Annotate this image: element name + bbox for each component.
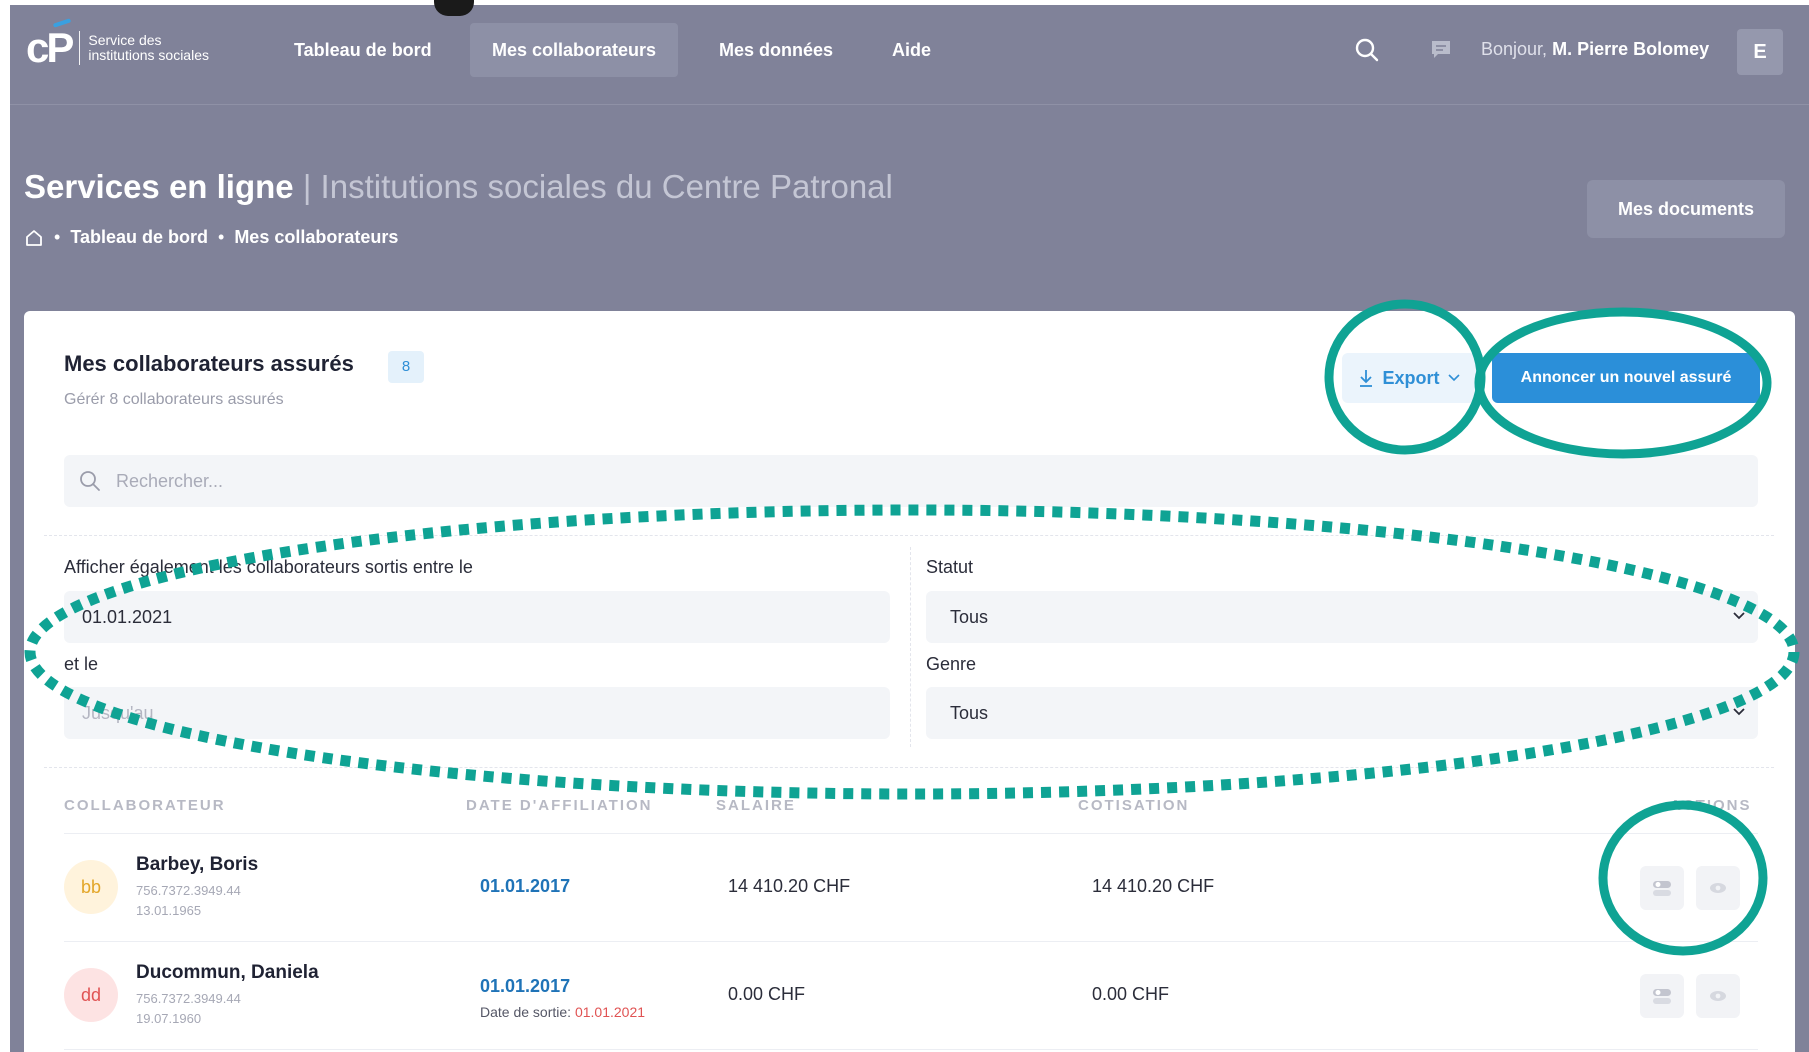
divider — [44, 767, 1774, 768]
affiliation-date: 01.01.2017 — [480, 976, 571, 996]
avatar[interactable]: E — [1737, 29, 1783, 75]
search-bar[interactable] — [64, 455, 1758, 507]
row-divider — [64, 1049, 1758, 1050]
top-navigation: cP Service des institutions sociales Tab… — [10, 5, 1809, 105]
greeting-prefix: Bonjour, — [1481, 39, 1548, 59]
collaborator-name[interactable]: Ducommun, Daniela — [136, 962, 319, 984]
column-header-affiliation[interactable]: DATE D'AFFILIATION — [466, 797, 653, 814]
nav-item-mes-collaborateurs[interactable]: Mes collaborateurs — [470, 23, 679, 77]
page-title-main: Services en ligne — [24, 168, 294, 205]
app-window: cP Service des institutions sociales Tab… — [10, 5, 1809, 1052]
avatar: dd — [64, 968, 118, 1022]
chevron-down-icon — [1447, 374, 1460, 382]
toggle-button[interactable] — [1640, 866, 1684, 910]
search-icon — [80, 471, 100, 491]
logo-mark: cP — [26, 18, 74, 69]
export-button[interactable]: Export — [1342, 353, 1476, 403]
chat-icon[interactable] — [1430, 39, 1452, 61]
mes-documents-button[interactable]: Mes documents — [1587, 180, 1785, 238]
breadcrumb-separator: • — [218, 227, 225, 247]
column-header-collaborator[interactable]: COLLABORATEUR — [64, 797, 226, 814]
eye-icon — [1710, 883, 1726, 893]
home-icon[interactable] — [24, 228, 44, 248]
chevron-down-icon — [1733, 612, 1745, 620]
toggle-button[interactable] — [1640, 974, 1684, 1018]
status-label: Statut — [926, 557, 974, 577]
breadcrumb: • Tableau de bord • Mes collaborateurs — [24, 227, 398, 248]
table-row[interactable]: dd Ducommun, Daniela 756.7372.3949.44 19… — [64, 941, 1758, 1049]
eye-icon — [1710, 991, 1726, 1001]
salary-value: 14 410.20 CHF — [728, 876, 851, 896]
contribution-value: 0.00 CHF — [1092, 984, 1170, 1004]
toggle-icon — [1653, 881, 1671, 896]
exit-date-value: 01.01.2021 — [574, 1004, 646, 1020]
breadcrumb-mes-collaborateurs[interactable]: Mes collaborateurs — [234, 227, 398, 248]
salary-value: 0.00 CHF — [728, 984, 806, 1004]
exit-date-label: Date de sortie: — [480, 1004, 572, 1020]
birth-date: 19.07.1960 — [136, 1011, 202, 1026]
table-row[interactable]: bb Barbey, Boris 756.7372.3949.44 13.01.… — [64, 833, 1758, 941]
toggle-icon — [1653, 989, 1671, 1004]
logo-line2: institutions sociales — [88, 47, 209, 63]
logo-text: Service des institutions sociales — [88, 33, 209, 63]
birth-date: 13.01.1965 — [136, 903, 202, 918]
breadcrumb-tableau-de-bord[interactable]: Tableau de bord — [70, 227, 208, 248]
nav-item-aide[interactable]: Aide — [870, 23, 953, 77]
gender-select[interactable]: Tous — [926, 687, 1758, 739]
view-button[interactable] — [1696, 974, 1740, 1018]
date-to-input[interactable]: Jusqu'au — [64, 687, 890, 739]
page-title-subtitle: | Institutions sociales du Centre Patron… — [302, 168, 893, 205]
column-header-actions: ACTIONS — [1670, 797, 1752, 814]
divider — [44, 535, 1774, 536]
affiliation-date: 01.01.2017 — [480, 876, 571, 896]
collaborator-name[interactable]: Barbey, Boris — [136, 854, 258, 876]
date-from-input[interactable]: 01.01.2021 — [64, 591, 890, 643]
logo-line1: Service des — [88, 32, 162, 48]
search-input[interactable] — [116, 470, 1616, 492]
gender-value: Tous — [950, 703, 989, 723]
add-insured-button[interactable]: Annoncer un nouvel assuré — [1492, 353, 1760, 403]
date-range-label: Afficher également les collaborateurs so… — [64, 557, 473, 577]
column-header-salary[interactable]: SALAIRE — [716, 797, 796, 814]
collaborators-card: Mes collaborateurs assurés 8 Gérér 8 col… — [24, 311, 1795, 1052]
card-title: Mes collaborateurs assurés — [64, 351, 354, 376]
exit-date-info: Date de sortie: 01.01.2021 — [480, 1004, 645, 1020]
export-label: Export — [1382, 367, 1440, 388]
search-icon[interactable] — [1354, 37, 1380, 63]
logo-separator — [79, 31, 81, 65]
avatar: bb — [64, 860, 118, 914]
download-icon — [1360, 370, 1373, 387]
user-greeting[interactable]: Bonjour, M. Pierre Bolomey — [1481, 39, 1709, 60]
nav-item-tableau-de-bord[interactable]: Tableau de bord — [272, 23, 454, 77]
divider-vertical — [910, 547, 911, 747]
status-select[interactable]: Tous — [926, 591, 1758, 643]
gender-label: Genre — [926, 654, 977, 674]
status-value: Tous — [950, 607, 989, 627]
count-badge: 8 — [388, 351, 424, 383]
collaborator-meta: 756.7372.3949.44 13.01.1965 — [136, 881, 241, 921]
chevron-down-icon — [1733, 708, 1745, 716]
user-name: M. Pierre Bolomey — [1552, 39, 1710, 59]
date-to-label: et le — [64, 654, 99, 674]
avs-number: 756.7372.3949.44 — [136, 991, 241, 1006]
logo[interactable]: cP Service des institutions sociales — [26, 18, 209, 69]
view-button[interactable] — [1696, 866, 1740, 910]
contribution-value: 14 410.20 CHF — [1092, 876, 1215, 896]
page-title: Services en ligne | Institutions sociale… — [24, 168, 893, 206]
card-subtitle: Gérér 8 collaborateurs assurés — [64, 391, 284, 408]
avs-number: 756.7372.3949.44 — [136, 883, 241, 898]
collaborator-meta: 756.7372.3949.44 19.07.1960 — [136, 989, 241, 1029]
nav-item-mes-donnees[interactable]: Mes données — [697, 23, 855, 77]
column-header-contribution[interactable]: COTISATION — [1078, 797, 1189, 814]
breadcrumb-separator: • — [54, 227, 61, 247]
